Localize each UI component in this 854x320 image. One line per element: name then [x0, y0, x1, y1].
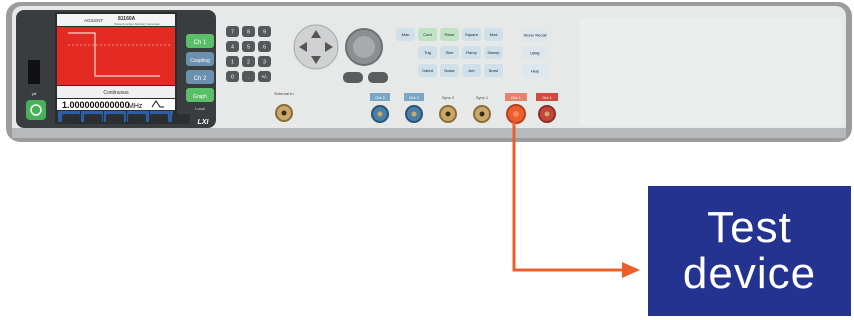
signal-path-line	[512, 122, 628, 272]
arrow-head-icon	[622, 262, 640, 278]
test-device-label: Test device	[683, 205, 816, 297]
test-device-label-line2: device	[682, 249, 817, 298]
test-device-label-line1: Test	[707, 203, 792, 252]
test-device-box: Test device	[648, 186, 851, 316]
